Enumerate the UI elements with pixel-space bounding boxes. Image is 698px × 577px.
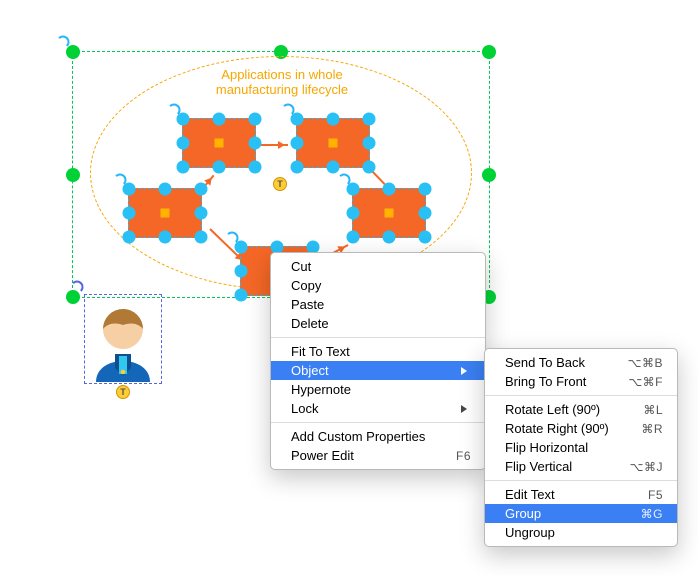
menu-separator <box>485 480 677 481</box>
submenu-arrow-icon <box>461 405 471 413</box>
menu-item-lock[interactable]: Lock <box>271 399 485 418</box>
menu-item-cut[interactable]: Cut <box>271 257 485 276</box>
process-node[interactable] <box>128 188 202 238</box>
process-node[interactable] <box>352 188 426 238</box>
menu-item-object[interactable]: Object <box>271 361 485 380</box>
menu-item-flip-vertical[interactable]: Flip Vertical⌥⌘J <box>485 457 677 476</box>
menu-item-flip-horizontal[interactable]: Flip Horizontal <box>485 438 677 457</box>
menu-item-power-edit[interactable]: Power Edit F6 <box>271 446 485 465</box>
menu-item-rotate-right[interactable]: Rotate Right (90º)⌘R <box>485 419 677 438</box>
menu-separator <box>271 337 485 338</box>
text-badge-icon: T <box>273 177 287 191</box>
menu-item-copy[interactable]: Copy <box>271 276 485 295</box>
menu-item-bring-to-front[interactable]: Bring To Front⌥⌘F <box>485 372 677 391</box>
menu-item-group[interactable]: Group⌘G <box>485 504 677 523</box>
menu-item-add-custom-properties[interactable]: Add Custom Properties <box>271 427 485 446</box>
menu-item-paste[interactable]: Paste <box>271 295 485 314</box>
ellipse-title: Applications in whole manufacturing life… <box>192 68 372 98</box>
user-avatar-icon <box>86 296 160 382</box>
menu-item-delete[interactable]: Delete <box>271 314 485 333</box>
menu-item-hypernote[interactable]: Hypernote <box>271 380 485 399</box>
menu-item-rotate-left[interactable]: Rotate Left (90º)⌘L <box>485 400 677 419</box>
menu-separator <box>271 422 485 423</box>
menu-item-fit-to-text[interactable]: Fit To Text <box>271 342 485 361</box>
object-submenu: Send To Back⌥⌘B Bring To Front⌥⌘F Rotate… <box>484 348 678 547</box>
process-node[interactable] <box>296 118 370 168</box>
menu-item-ungroup[interactable]: Ungroup <box>485 523 677 542</box>
menu-separator <box>485 395 677 396</box>
menu-item-send-to-back[interactable]: Send To Back⌥⌘B <box>485 353 677 372</box>
text-badge-icon: T <box>116 385 130 399</box>
submenu-arrow-icon <box>461 367 471 375</box>
context-menu: Cut Copy Paste Delete Fit To Text Object… <box>270 252 486 470</box>
diagram-canvas[interactable]: Applications in whole manufacturing life… <box>0 0 698 577</box>
menu-item-edit-text[interactable]: Edit TextF5 <box>485 485 677 504</box>
process-node[interactable] <box>182 118 256 168</box>
